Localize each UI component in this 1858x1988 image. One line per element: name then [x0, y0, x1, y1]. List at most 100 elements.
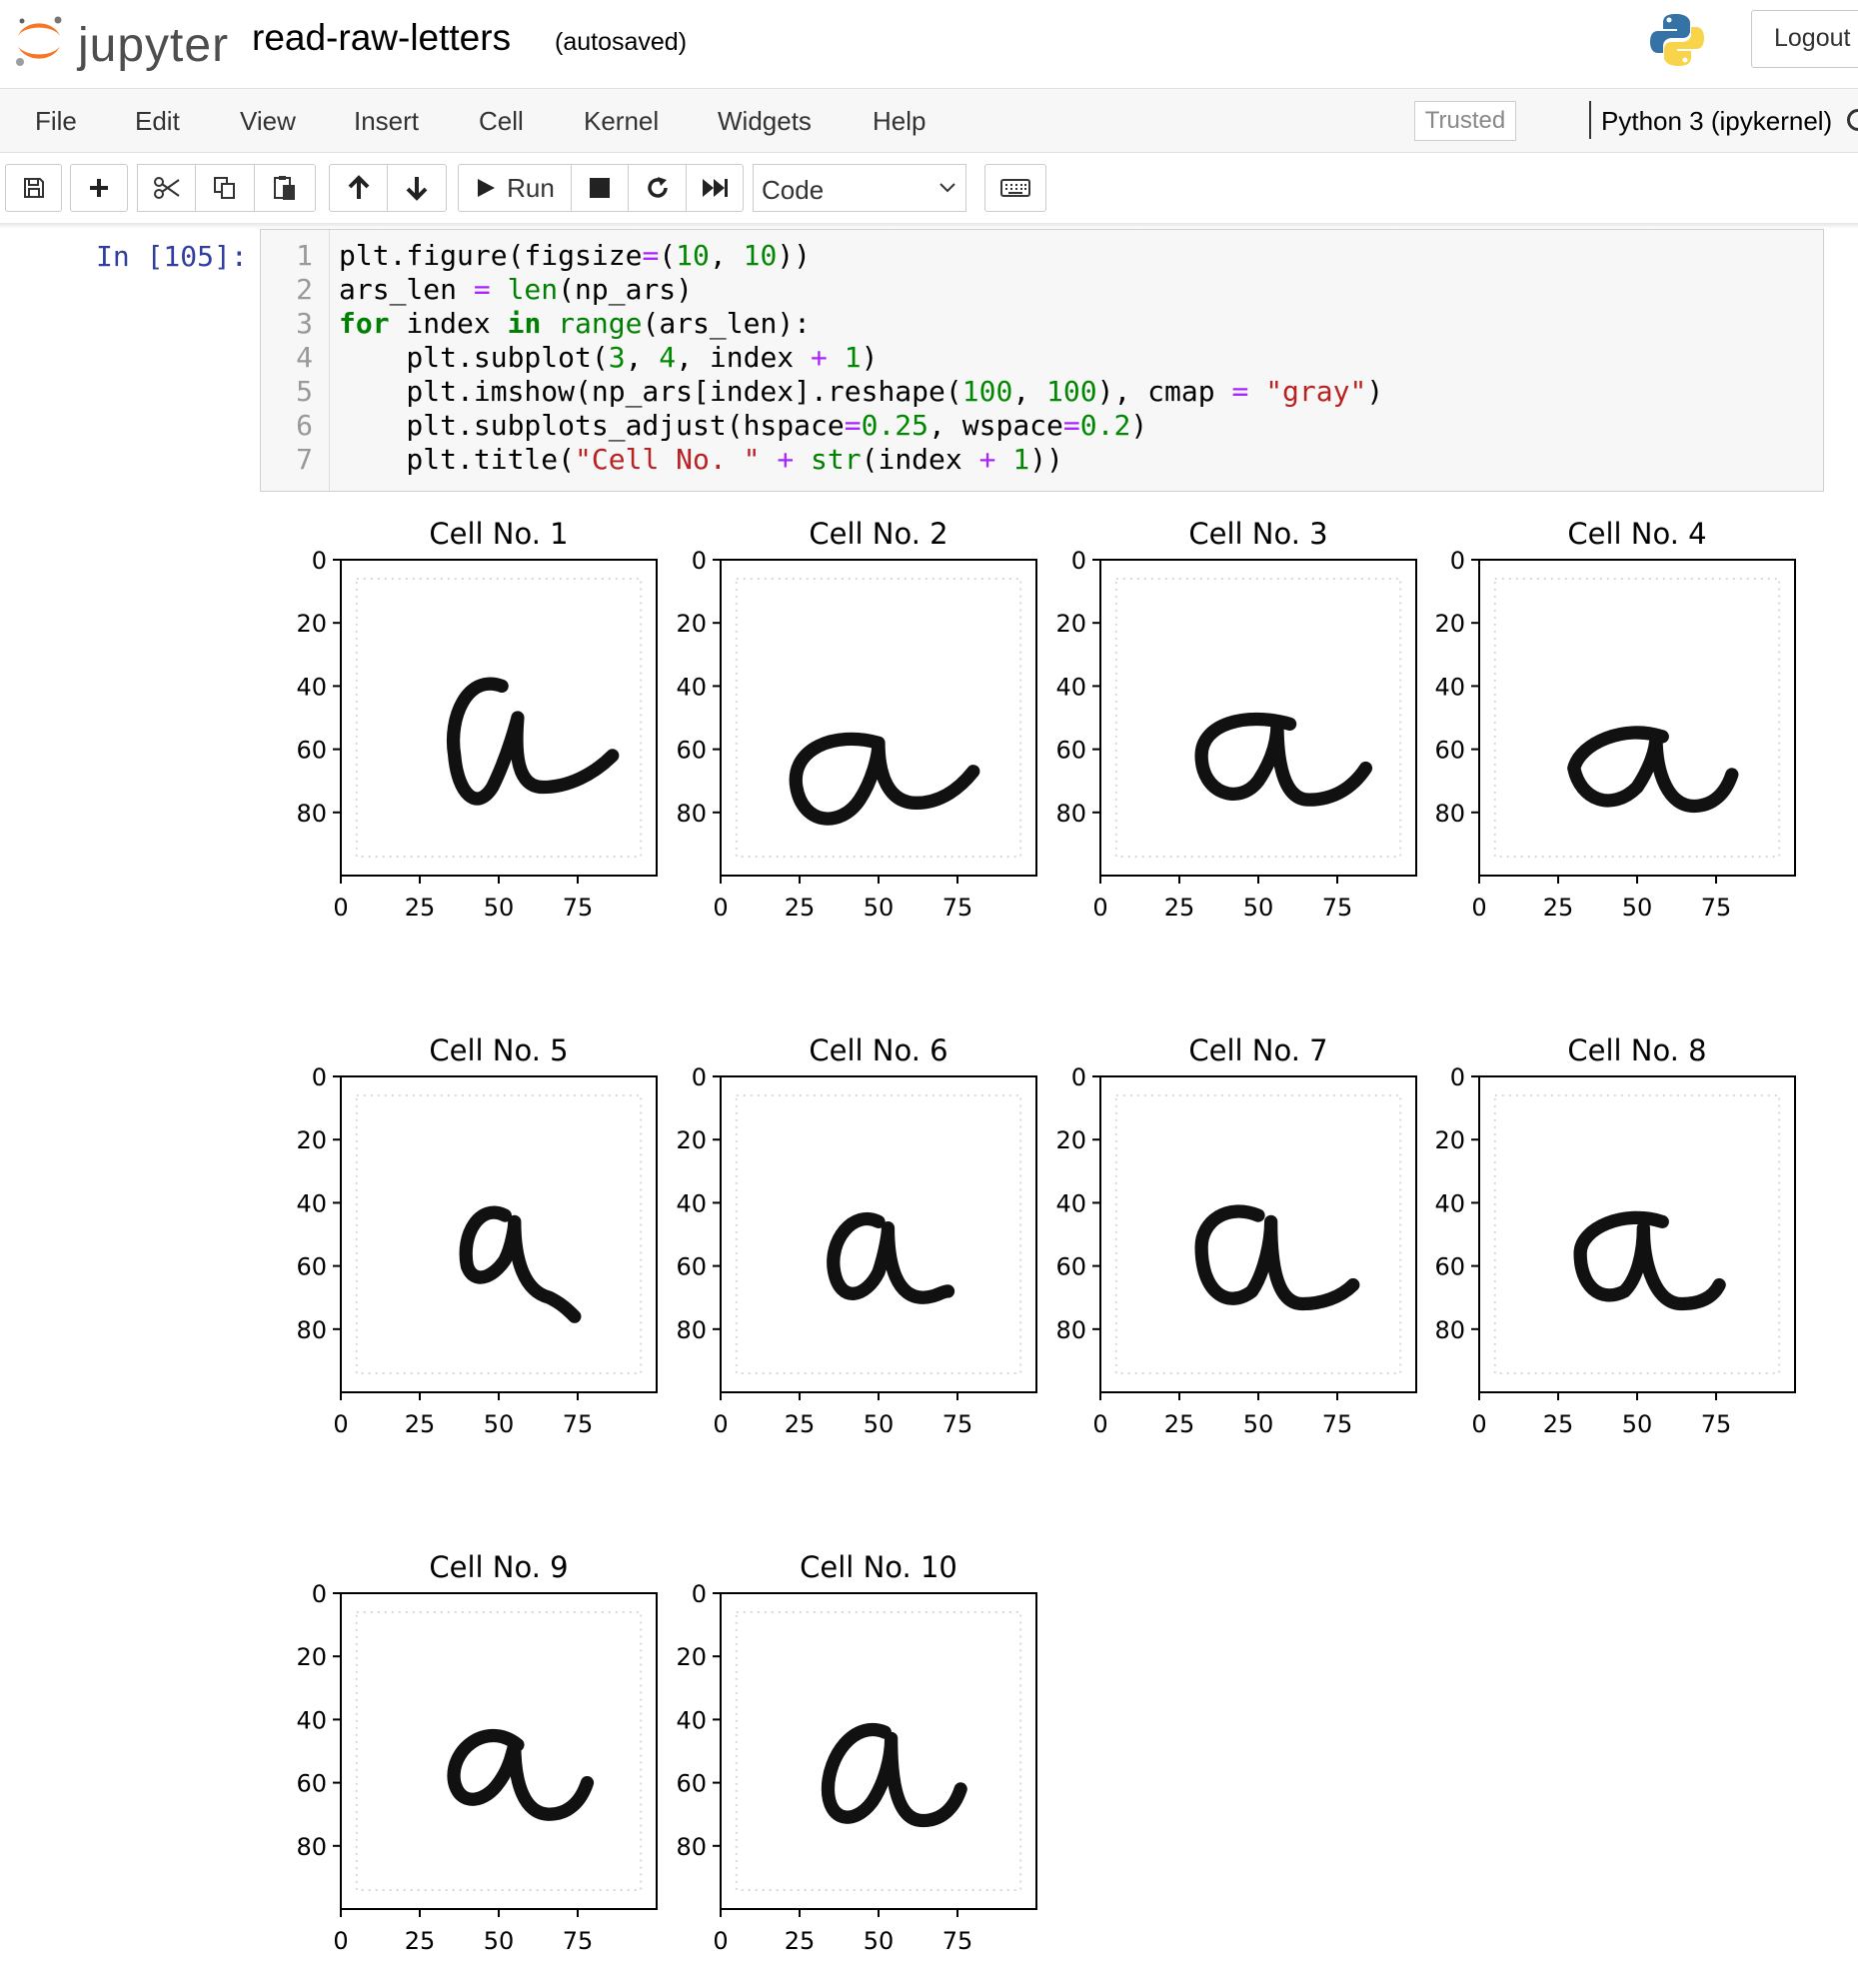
- y-tick-label: 0: [692, 547, 707, 575]
- subplot-title: Cell No. 5: [429, 1033, 568, 1067]
- x-tick-label: 50: [484, 894, 515, 922]
- x-tick-label: 75: [563, 1410, 594, 1438]
- subplot-9: Cell No. 9 0 20 40 60 80 0 25 50 75: [296, 1550, 658, 1955]
- y-tick-label: 60: [1055, 737, 1086, 765]
- x-tick-label: 0: [1471, 894, 1486, 922]
- image-area: [341, 1076, 657, 1392]
- y-tick-label: 60: [296, 1253, 327, 1281]
- subplot-title: Cell No. 10: [800, 1550, 957, 1584]
- y-tick-label: 80: [1055, 800, 1086, 828]
- subplot-title: Cell No. 9: [429, 1550, 568, 1584]
- x-tick-label: 75: [563, 1927, 594, 1955]
- y-tick-label: 40: [676, 1189, 707, 1217]
- subplot-3: Cell No. 3 0 20 40 60 80 0 25 50 75: [1055, 517, 1417, 922]
- x-tick-label: 0: [333, 1410, 348, 1438]
- x-tick-label: 0: [1092, 1410, 1107, 1438]
- x-tick-label: 0: [333, 1927, 348, 1955]
- y-tick-label: 20: [296, 610, 327, 638]
- x-tick-label: 75: [942, 1927, 973, 1955]
- subplot-1: Cell No. 1 0 20 40 60 80 0 25 50 75: [296, 517, 658, 922]
- y-tick-label: 20: [296, 1643, 327, 1671]
- y-tick-label: 40: [296, 673, 327, 701]
- y-tick-label: 80: [296, 1833, 327, 1861]
- x-tick-label: 0: [1471, 1410, 1486, 1438]
- y-tick-label: 80: [296, 1316, 327, 1344]
- y-tick-label: 0: [692, 1580, 707, 1608]
- subplot-title: Cell No. 3: [1188, 517, 1327, 551]
- y-tick-label: 0: [312, 1580, 327, 1608]
- y-tick-label: 20: [1055, 610, 1086, 638]
- y-tick-label: 60: [676, 737, 707, 765]
- y-tick-label: 60: [296, 1770, 327, 1798]
- subplot-7: Cell No. 7 0 20 40 60 80 0 25 50 75: [1055, 1033, 1417, 1438]
- y-tick-label: 0: [312, 1063, 327, 1091]
- x-tick-label: 75: [942, 894, 973, 922]
- x-tick-label: 25: [405, 1410, 436, 1438]
- x-tick-label: 0: [713, 894, 728, 922]
- x-tick-label: 50: [1243, 1410, 1274, 1438]
- x-tick-label: 25: [785, 1927, 816, 1955]
- y-tick-label: 60: [676, 1770, 707, 1798]
- x-tick-label: 25: [785, 1410, 816, 1438]
- x-tick-label: 50: [864, 1927, 895, 1955]
- subplot-2: Cell No. 2 0 20 40 60 80 0 25 50 75: [676, 517, 1037, 922]
- y-tick-label: 80: [676, 800, 707, 828]
- y-tick-label: 60: [676, 1253, 707, 1281]
- x-tick-label: 25: [1543, 1410, 1574, 1438]
- y-tick-label: 0: [1071, 1063, 1086, 1091]
- y-tick-label: 40: [296, 1706, 327, 1734]
- y-tick-label: 40: [676, 1706, 707, 1734]
- subplot-6: Cell No. 6 0 20 40 60 80 0 25 50 75: [676, 1033, 1037, 1438]
- image-area: [341, 560, 657, 876]
- x-tick-label: 75: [942, 1410, 973, 1438]
- y-tick-label: 20: [1434, 1126, 1465, 1154]
- image-area: [721, 1076, 1036, 1392]
- y-tick-label: 80: [296, 800, 327, 828]
- y-tick-label: 80: [676, 1316, 707, 1344]
- image-area: [721, 560, 1036, 876]
- x-tick-label: 25: [1164, 894, 1195, 922]
- y-tick-label: 40: [1055, 673, 1086, 701]
- y-tick-label: 60: [1434, 737, 1465, 765]
- y-tick-label: 40: [1055, 1189, 1086, 1217]
- y-tick-label: 80: [1434, 800, 1465, 828]
- x-tick-label: 25: [405, 894, 436, 922]
- subplot-8: Cell No. 8 0 20 40 60 80 0 25 50 75: [1434, 1033, 1796, 1438]
- x-tick-label: 25: [1164, 1410, 1195, 1438]
- y-tick-label: 20: [1055, 1126, 1086, 1154]
- y-tick-label: 0: [1071, 547, 1086, 575]
- y-tick-label: 40: [1434, 1189, 1465, 1217]
- y-tick-label: 0: [1450, 547, 1465, 575]
- subplot-title: Cell No. 8: [1567, 1033, 1706, 1067]
- y-tick-label: 20: [676, 610, 707, 638]
- x-tick-label: 75: [563, 894, 594, 922]
- x-tick-label: 25: [405, 1927, 436, 1955]
- y-tick-label: 0: [692, 1063, 707, 1091]
- x-tick-label: 75: [1701, 1410, 1732, 1438]
- x-tick-label: 50: [1622, 1410, 1653, 1438]
- image-area: [1479, 560, 1795, 876]
- x-tick-label: 75: [1701, 894, 1732, 922]
- y-tick-label: 40: [296, 1189, 327, 1217]
- subplot-title: Cell No. 4: [1567, 517, 1706, 551]
- x-tick-label: 50: [864, 894, 895, 922]
- y-tick-label: 80: [1434, 1316, 1465, 1344]
- subplot-title: Cell No. 7: [1188, 1033, 1327, 1067]
- x-tick-label: 0: [713, 1410, 728, 1438]
- subplot-title: Cell No. 2: [809, 517, 947, 551]
- y-tick-label: 0: [1450, 1063, 1465, 1091]
- x-tick-label: 75: [1322, 894, 1353, 922]
- output-figure: Cell No. 10 20 40 60 80 0 25 50 75 Cell No. 2 0 20 4…: [296, 517, 1796, 1955]
- x-tick-label: 25: [1543, 894, 1574, 922]
- y-tick-label: 80: [1055, 1316, 1086, 1344]
- y-tick-label: 20: [676, 1643, 707, 1671]
- x-tick-label: 0: [333, 894, 348, 922]
- subplot-4: Cell No. 4 0 20 40 60 80 0 25 50 75: [1434, 517, 1796, 922]
- x-tick-label: 50: [864, 1410, 895, 1438]
- subplot-10: Cell No. 10 0 20 40 60 80 0 25 50 75: [676, 1550, 1037, 1955]
- subplot-title: Cell No. 6: [809, 1033, 947, 1067]
- x-tick-label: 25: [785, 894, 816, 922]
- y-tick-label: 60: [296, 737, 327, 765]
- x-tick-label: 50: [484, 1927, 515, 1955]
- y-tick-label: 0: [312, 547, 327, 575]
